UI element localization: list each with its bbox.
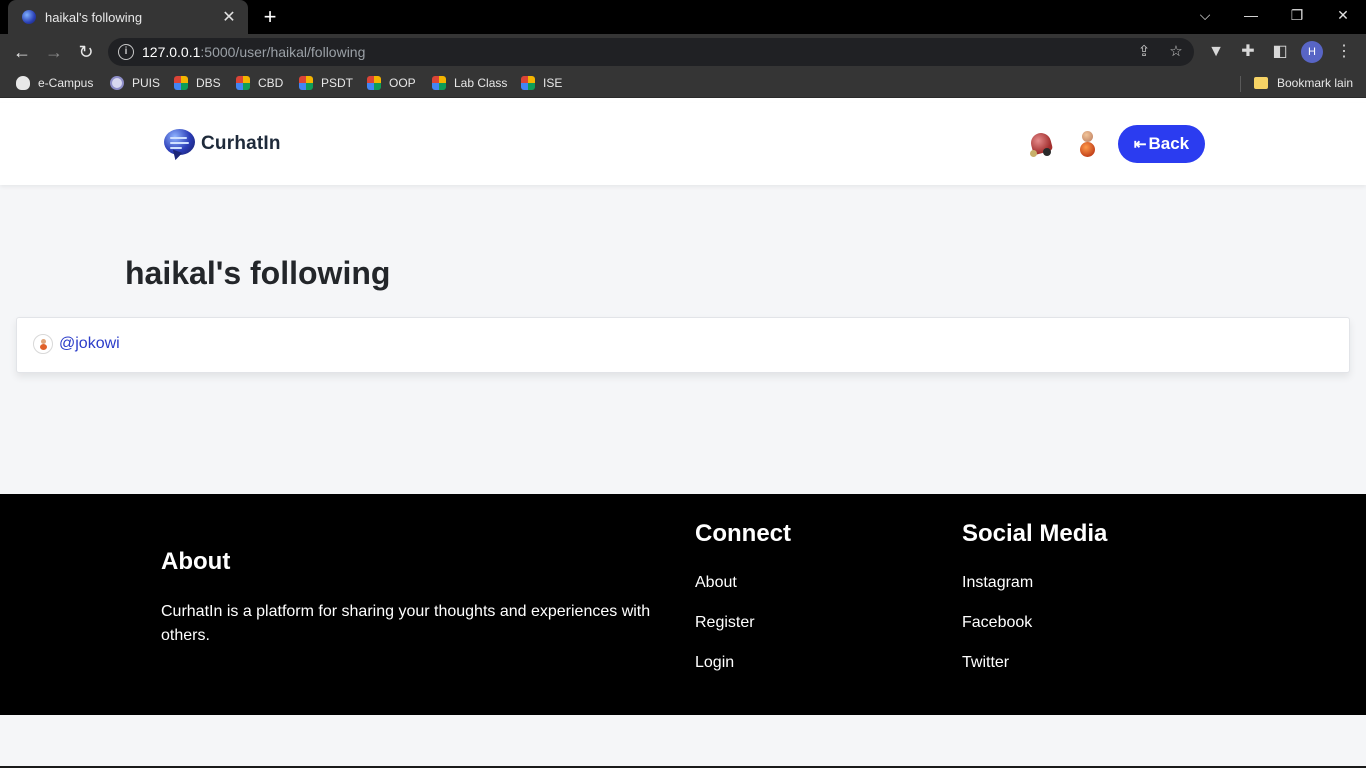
close-window-icon[interactable]: ✕: [1320, 0, 1366, 30]
site-info-icon[interactable]: i: [118, 44, 134, 60]
back-arrow-icon[interactable]: ←: [9, 39, 35, 65]
url-path: :5000/user/haikal/following: [200, 44, 366, 60]
reload-icon[interactable]: ↻: [73, 39, 99, 65]
tab-close-icon[interactable]: ✕: [220, 7, 238, 27]
bookmark-lab-class[interactable]: Lab Class: [432, 76, 507, 90]
back-arrow-icon: ⇤: [1133, 136, 1147, 153]
page-content: CurhatIn ⇤ Back haikal's following @joko…: [0, 103, 1366, 768]
classroom-icon: [174, 76, 188, 90]
bookmark-label: ISE: [543, 76, 563, 90]
notification-bell-icon[interactable]: [1028, 130, 1054, 159]
following-list: @jokowi: [16, 317, 1350, 373]
browser-menu-icon[interactable]: ⋮: [1333, 41, 1355, 63]
browser-toolbar: ← → ↻ i 127.0.0.1:5000/user/haikal/follo…: [0, 34, 1366, 70]
footer-link-twitter[interactable]: Twitter: [962, 654, 1009, 672]
extension-v-icon[interactable]: ▼: [1205, 41, 1227, 63]
new-tab-button[interactable]: +: [258, 4, 282, 30]
address-url[interactable]: 127.0.0.1:5000/user/haikal/following: [142, 44, 365, 60]
bookmark-cbd[interactable]: CBD: [236, 76, 283, 90]
following-username-link[interactable]: @jokowi: [59, 335, 120, 353]
footer-link-register[interactable]: Register: [695, 614, 755, 632]
bookmarks-bar: e-Campus PUIS DBS CBD PSDT OOP Lab Class…: [0, 70, 1366, 98]
footer-about-text: CurhatIn is a platform for sharing your …: [161, 603, 651, 644]
back-button[interactable]: ⇤ Back: [1118, 125, 1205, 163]
tab-title: haikal's following: [45, 9, 143, 25]
minimize-icon[interactable]: —: [1228, 0, 1274, 30]
campus-icon: [16, 76, 30, 90]
bookmark-oop[interactable]: OOP: [367, 76, 416, 90]
bookmark-label: OOP: [389, 76, 416, 90]
site-logo[interactable]: CurhatIn: [163, 127, 281, 162]
bookmark-psdt[interactable]: PSDT: [299, 76, 353, 90]
restore-icon[interactable]: ❐: [1274, 0, 1320, 30]
tab-search-icon[interactable]: ⌵: [1182, 0, 1228, 30]
side-panel-icon[interactable]: ◧: [1269, 41, 1291, 63]
bookmark-label: Lab Class: [454, 76, 508, 90]
page-title: haikal's following: [125, 255, 391, 291]
chat-bubble-logo-icon: [163, 127, 197, 162]
browser-tab-active[interactable]: haikal's following ✕: [8, 0, 248, 34]
bookmark-ise[interactable]: ISE: [521, 76, 562, 90]
puis-icon: [110, 76, 124, 90]
extensions-puzzle-icon[interactable]: ✚: [1237, 41, 1259, 63]
list-item[interactable]: @jokowi: [33, 334, 120, 354]
site-favicon-icon: [22, 10, 36, 24]
share-icon[interactable]: ⇪: [1134, 42, 1154, 62]
browser-tab-strip: haikal's following ✕ + ⌵ — ❐ ✕: [0, 0, 1366, 34]
folder-icon: [1254, 77, 1268, 89]
bookmark-label: PSDT: [321, 76, 354, 90]
bookmark-label: e-Campus: [38, 76, 94, 90]
forward-arrow-icon[interactable]: →: [41, 39, 67, 65]
bookmark-label: Bookmark lain: [1277, 76, 1354, 90]
site-navbar: CurhatIn ⇤ Back: [0, 103, 1366, 185]
bookmark-label: CBD: [258, 76, 284, 90]
url-host: 127.0.0.1: [142, 44, 201, 60]
footer-link-facebook[interactable]: Facebook: [962, 614, 1032, 632]
footer-link-login[interactable]: Login: [695, 654, 734, 672]
footer-social-heading: Social Media: [962, 520, 1108, 547]
profile-avatar-icon[interactable]: [1076, 131, 1102, 159]
classroom-icon: [299, 76, 313, 90]
bookmark-puis[interactable]: PUIS: [110, 76, 160, 90]
back-button-label: Back: [1148, 134, 1190, 153]
site-footer: About CurhatIn is a platform for sharing…: [0, 494, 1366, 715]
footer-connect-heading: Connect: [695, 520, 791, 547]
bookmark-dbs[interactable]: DBS: [174, 76, 221, 90]
bookmark-star-icon[interactable]: ☆: [1166, 42, 1186, 62]
user-avatar-icon: [33, 334, 53, 354]
bookmark-label: PUIS: [132, 76, 161, 90]
bookmark-e-campus[interactable]: e-Campus: [16, 76, 93, 90]
brand-name: CurhatIn: [201, 133, 281, 154]
profile-avatar[interactable]: H: [1301, 41, 1323, 63]
footer-link-instagram[interactable]: Instagram: [962, 574, 1033, 592]
classroom-icon: [432, 76, 446, 90]
bookmark-label: DBS: [196, 76, 221, 90]
other-bookmarks-folder[interactable]: Bookmark lain: [1254, 76, 1353, 90]
footer-link-about[interactable]: About: [695, 574, 737, 592]
classroom-icon: [521, 76, 535, 90]
footer-about-heading: About: [161, 548, 231, 575]
bookmarks-divider: [1240, 76, 1241, 92]
classroom-icon: [236, 76, 250, 90]
address-bar[interactable]: i 127.0.0.1:5000/user/haikal/following ⇪…: [108, 38, 1194, 66]
classroom-icon: [367, 76, 381, 90]
